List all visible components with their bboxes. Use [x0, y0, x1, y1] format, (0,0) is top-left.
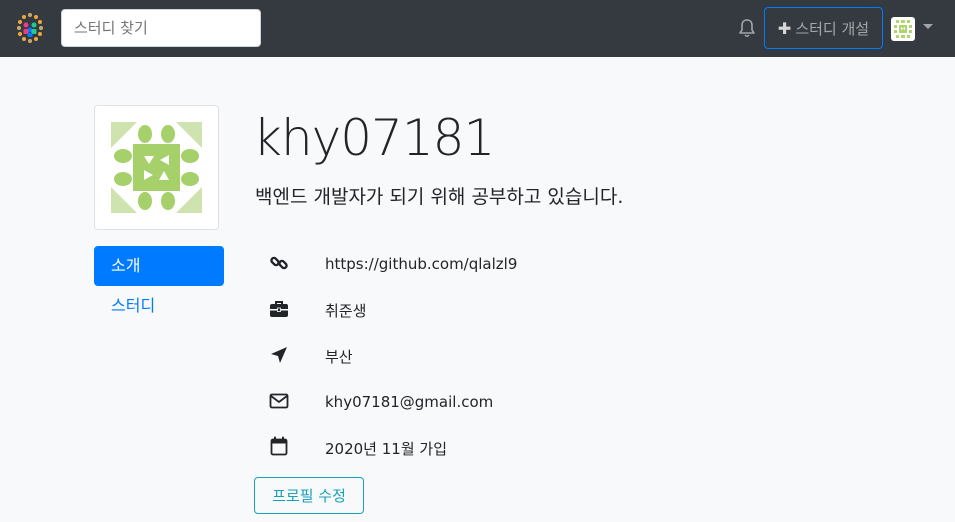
search-input[interactable]: [61, 9, 261, 47]
user-avatar-menu[interactable]: [891, 17, 915, 41]
profile-avatar: [94, 105, 219, 230]
profile-email: khy07181@gmail.com: [325, 393, 494, 411]
top-navbar: ✚ 스터디 개설: [0, 0, 955, 57]
new-study-label: 스터디 개설: [795, 19, 870, 38]
bell-icon[interactable]: [738, 18, 756, 38]
avatar-identicon-icon: [893, 19, 913, 39]
link-icon: [268, 252, 290, 274]
new-study-button[interactable]: ✚ 스터디 개설: [764, 7, 883, 49]
tab-intro[interactable]: 소개: [94, 246, 224, 286]
tab-study[interactable]: 스터디: [94, 286, 224, 326]
location-arrow-icon: [268, 344, 290, 366]
profile-url: https://github.com/qlalzl9: [325, 255, 518, 273]
plus-icon: ✚: [777, 18, 792, 38]
profile-joined: 2020년 11월 가입: [325, 440, 447, 458]
profile-location: 부산: [325, 348, 353, 366]
logo-icon[interactable]: [15, 12, 45, 44]
profile-occupation: 취준생: [325, 302, 367, 320]
calendar-icon: [268, 435, 290, 457]
chevron-down-icon[interactable]: [923, 24, 933, 29]
briefcase-icon: [268, 298, 290, 320]
edit-profile-button[interactable]: 프로필 수정: [254, 477, 364, 514]
profile-username: khy07181: [253, 109, 495, 167]
envelope-icon: [268, 390, 290, 412]
profile-bio: 백엔드 개발자가 되기 위해 공부하고 있습니다.: [255, 186, 624, 208]
identicon-icon: [111, 122, 202, 213]
